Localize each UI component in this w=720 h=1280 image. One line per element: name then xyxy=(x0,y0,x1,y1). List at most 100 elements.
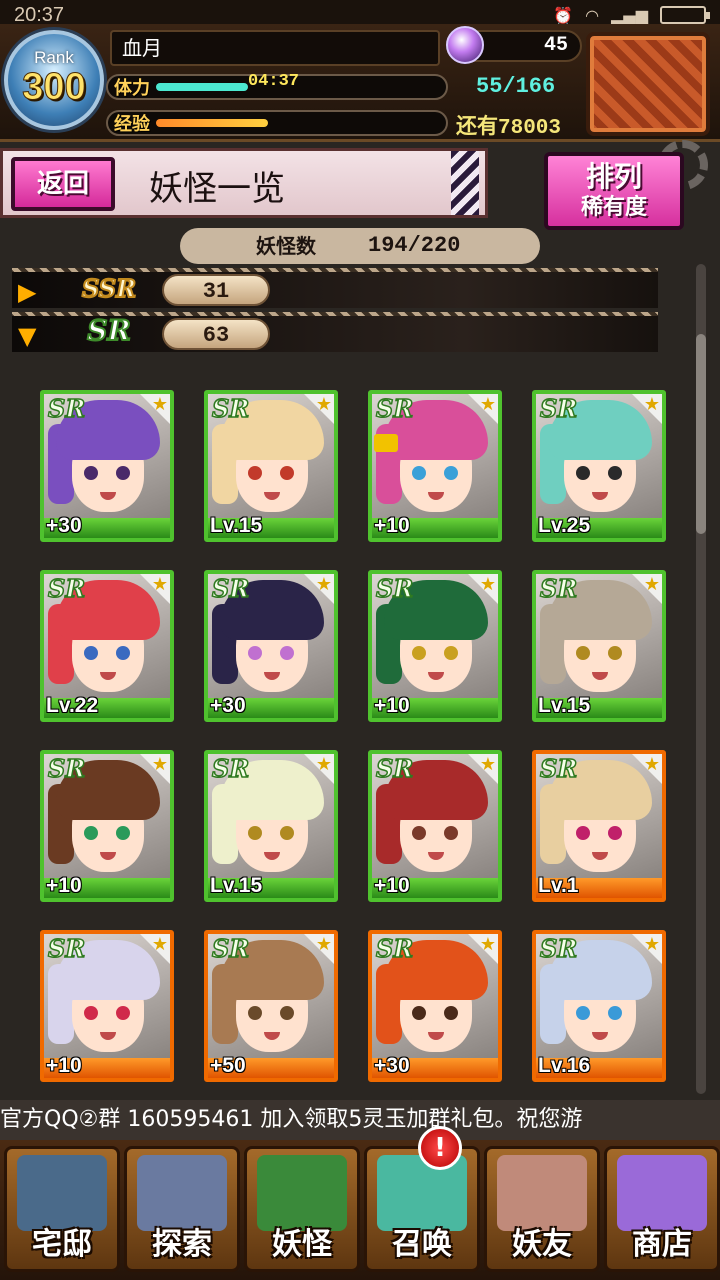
stamina-timer: 04:37 xyxy=(248,72,299,91)
exp-remaining: 还有78003 xyxy=(456,110,561,140)
rank-value: 300 xyxy=(8,68,100,106)
exp-bar: 经验 xyxy=(106,110,448,136)
announcement-ticker: 官方QQ②群 160595461 加入领取5灵玉加群礼包。祝您游 xyxy=(0,1100,720,1140)
nav-button[interactable]: 妖友 xyxy=(484,1146,600,1272)
card-level-label: +10 xyxy=(46,1054,82,1078)
sort-label: 排列 xyxy=(548,160,680,194)
monster-card[interactable]: SR★Lv.25 xyxy=(532,390,666,542)
rarity-badge: SR xyxy=(48,934,85,963)
card-level-label: Lv.15 xyxy=(210,874,262,898)
portrait-eye xyxy=(444,1006,458,1020)
rarity-badge: SR xyxy=(48,754,85,783)
card-level-label: +10 xyxy=(374,514,410,538)
rarity-badge: SR xyxy=(540,574,577,603)
rarity-badge: SR xyxy=(376,574,413,603)
card-level-label: +10 xyxy=(374,874,410,898)
portrait-eye xyxy=(280,646,294,660)
back-button[interactable]: 返回 xyxy=(11,157,115,211)
rarity-badge: SR xyxy=(212,754,249,783)
monster-card[interactable]: SR★+10 xyxy=(368,750,502,902)
rarity-tag: SR xyxy=(74,314,144,354)
nav-label: 商店 xyxy=(607,1219,717,1263)
stamina-fill xyxy=(156,83,248,91)
portrait-eye xyxy=(280,826,294,840)
collapse-down-icon: ▼ xyxy=(18,322,36,350)
rank-badge[interactable]: Rank 300 xyxy=(4,30,104,130)
nav-button[interactable]: 召唤 xyxy=(364,1146,480,1272)
portrait-eye xyxy=(84,826,98,840)
monster-card[interactable]: SR★+30 xyxy=(40,390,174,542)
rarity-group-ssr[interactable]: ▶ SSR 31 xyxy=(12,268,658,308)
portrait-eye xyxy=(412,826,426,840)
exp-fill xyxy=(156,119,268,127)
portrait-eye xyxy=(412,646,426,660)
sort-value: 稀有度 xyxy=(548,194,680,222)
wifi-icon: ◠ xyxy=(585,6,599,25)
card-level-label: +10 xyxy=(46,874,82,898)
portrait-eye xyxy=(444,826,458,840)
nav-button[interactable]: 商店 xyxy=(604,1146,720,1272)
rarity-group-sr[interactable]: ▼ SR 63 xyxy=(12,312,658,352)
rarity-badge: SR xyxy=(540,934,577,963)
monster-card[interactable]: SR★Lv.16 xyxy=(532,930,666,1082)
portrait-eye xyxy=(608,1006,622,1020)
sort-button[interactable]: 排列 稀有度 xyxy=(544,152,684,230)
portrait-eye xyxy=(280,1006,294,1020)
rarity-count: 31 xyxy=(162,274,270,306)
rarity-badge: SR xyxy=(376,394,413,423)
portrait-eye xyxy=(84,646,98,660)
portrait-eye xyxy=(84,466,98,480)
nav-button[interactable]: 妖怪 xyxy=(244,1146,360,1272)
nav-label: 妖友 xyxy=(487,1219,597,1263)
monster-card[interactable]: SR★+30 xyxy=(368,930,502,1082)
card-level-label: Lv.16 xyxy=(538,1054,590,1078)
card-level-label: Lv.15 xyxy=(538,694,590,718)
portrait-eye xyxy=(576,1006,590,1020)
portrait-eye xyxy=(576,826,590,840)
collection-label: 妖怪数 xyxy=(256,228,316,264)
card-level-label: Lv.15 xyxy=(210,514,262,538)
card-level-label: Lv.22 xyxy=(46,694,98,718)
monster-card[interactable]: SR★Lv.15 xyxy=(204,750,338,902)
card-level-label: +30 xyxy=(46,514,82,538)
portrait-eye xyxy=(116,1006,130,1020)
monster-card[interactable]: SR★Lv.15 xyxy=(204,390,338,542)
portrait-eye xyxy=(248,466,262,480)
card-level-label: +10 xyxy=(374,694,410,718)
lock-icon xyxy=(374,434,398,452)
rarity-count: 63 xyxy=(162,318,270,350)
portrait-eye xyxy=(248,646,262,660)
rarity-badge: SR xyxy=(212,934,249,963)
monster-card[interactable]: SR★Lv.22 xyxy=(40,570,174,722)
monster-card[interactable]: SR★+10 xyxy=(368,390,502,542)
monster-card[interactable]: SR★Lv.1 xyxy=(532,750,666,902)
expand-right-icon: ▶ xyxy=(18,278,36,306)
system-icons: ⏰ ◠ ▂▄▆ xyxy=(553,6,706,25)
monster-card[interactable]: SR★+50 xyxy=(204,930,338,1082)
portrait-eye xyxy=(116,826,130,840)
storage-box-icon[interactable] xyxy=(586,32,710,136)
stamina-bar: 体力 04:37 xyxy=(106,74,448,100)
monster-card[interactable]: SR★+10 xyxy=(40,930,174,1082)
portrait-eye xyxy=(84,1006,98,1020)
portrait-eye xyxy=(576,466,590,480)
player-hud: Rank 300 血月 体力 04:37 经验 45 55/166 还有7800… xyxy=(0,24,720,142)
exp-label: 经验 xyxy=(114,110,150,136)
bottom-nav: 宅邸探索妖怪召唤妖友商店 xyxy=(0,1140,720,1280)
portrait-eye xyxy=(412,466,426,480)
battery-icon xyxy=(660,6,706,24)
nav-button[interactable]: 宅邸 xyxy=(4,1146,120,1272)
monster-card[interactable]: SR★+10 xyxy=(368,570,502,722)
nav-label: 召唤 xyxy=(367,1219,477,1263)
signal-icon: ▂▄▆ xyxy=(611,6,648,25)
monster-card[interactable]: SR★Lv.15 xyxy=(532,570,666,722)
monster-card[interactable]: SR★+10 xyxy=(40,750,174,902)
card-level-label: Lv.25 xyxy=(538,514,590,538)
rarity-badge: SR xyxy=(212,574,249,603)
nav-button[interactable]: 探索 xyxy=(124,1146,240,1272)
portrait-eye xyxy=(116,646,130,660)
title-decoration xyxy=(451,151,479,215)
collection-count: 妖怪数 194/220 xyxy=(180,228,540,264)
monster-card[interactable]: SR★+30 xyxy=(204,570,338,722)
rarity-badge: SR xyxy=(48,394,85,423)
